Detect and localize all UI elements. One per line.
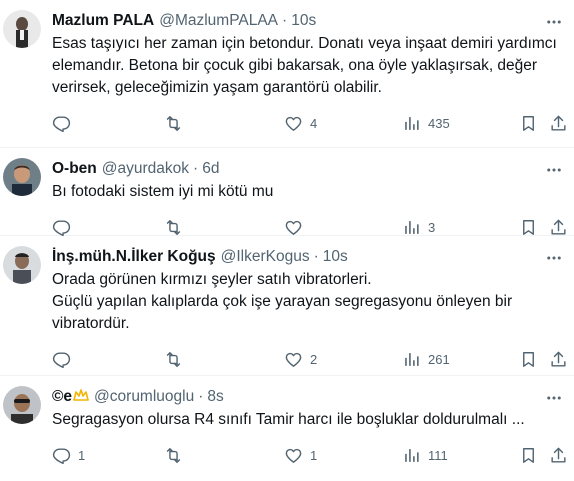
retweet-icon — [166, 219, 181, 235]
bookmark-button[interactable] — [519, 350, 538, 369]
tweet-text: Esas taşıyıcı her zaman için betondur. D… — [52, 35, 557, 96]
tweet[interactable]: İnş.müh.N.İlker Koğuş @IlkerKogus · 10s … — [0, 236, 574, 376]
reply-button[interactable] — [52, 350, 78, 369]
separator-dot: · — [193, 160, 199, 177]
retweet-button[interactable] — [164, 446, 190, 465]
bookmark-button[interactable] — [519, 446, 538, 465]
tweet[interactable]: Mazlum PALA @MazlumPALAA · 10s Esas taşı… — [0, 0, 574, 148]
author-name[interactable]: ©e — [52, 388, 72, 406]
views-count: 261 — [428, 351, 450, 367]
timestamp[interactable]: 10s — [291, 12, 316, 30]
tweet[interactable]: ©e @corumluoglu · 8s Segragasyon olursa … — [0, 376, 574, 481]
avatar[interactable] — [3, 386, 41, 424]
author-handle[interactable]: @corumluoglu — [94, 388, 194, 406]
timestamp[interactable]: 10s — [323, 248, 348, 266]
bookmark-button[interactable] — [519, 114, 538, 133]
retweet-icon — [166, 447, 181, 463]
tweet-header: O-ben @ayurdakok · 6d — [52, 158, 558, 180]
share-button[interactable] — [549, 218, 568, 237]
author-handle[interactable]: @IlkerKogus — [221, 248, 310, 266]
bookmark-icon — [523, 351, 534, 367]
share-upload-icon — [551, 351, 566, 367]
bookmark-button[interactable] — [519, 218, 538, 237]
avatar[interactable] — [3, 10, 41, 48]
avatar[interactable] — [3, 246, 41, 284]
tweet-text: Segragasyon olursa R4 sınıfı Tamir harcı… — [52, 411, 525, 428]
share-upload-icon — [551, 447, 566, 463]
views-bar-chart-icon — [405, 220, 419, 234]
heart-icon — [285, 352, 302, 367]
share-button[interactable] — [549, 446, 568, 465]
reply-bubble-icon — [52, 351, 71, 368]
views-button[interactable]: 111 — [402, 446, 448, 465]
author-handle[interactable]: @ayurdakok — [102, 160, 189, 178]
bookmark-icon — [523, 219, 534, 235]
views-button[interactable]: 435 — [402, 114, 450, 133]
views-count: 435 — [428, 115, 450, 131]
bookmark-icon — [523, 115, 534, 131]
tweet-actions: 1 1 111 — [52, 431, 566, 479]
like-button[interactable]: 2 — [284, 350, 317, 369]
heart-icon — [285, 220, 302, 235]
like-count: 2 — [310, 351, 318, 367]
retweet-button[interactable] — [164, 350, 190, 369]
views-bar-chart-icon — [405, 352, 419, 366]
views-count: 3 — [428, 219, 436, 235]
crown-logo-icon — [73, 388, 89, 406]
avatar[interactable] — [3, 158, 41, 196]
like-button[interactable] — [284, 218, 310, 237]
reply-button[interactable] — [52, 114, 78, 133]
like-button[interactable]: 1 — [284, 446, 317, 465]
views-bar-chart-icon — [405, 448, 419, 462]
like-button[interactable]: 4 — [284, 114, 317, 133]
views-button[interactable]: 261 — [402, 350, 450, 369]
separator-dot: · — [198, 388, 204, 405]
author-name[interactable]: O-ben — [52, 160, 97, 178]
author-name[interactable]: İnş.müh.N.İlker Koğuş — [52, 248, 216, 266]
retweet-button[interactable] — [164, 114, 190, 133]
author-handle[interactable]: @MazlumPALAA — [159, 12, 278, 30]
more-dots-icon[interactable] — [544, 12, 564, 32]
separator-dot: · — [282, 12, 288, 29]
tweet-text: Bı fotodaki sistem iyi mi kötü mu — [52, 183, 274, 200]
retweet-button[interactable] — [164, 218, 190, 237]
reply-bubble-icon — [52, 219, 71, 236]
share-button[interactable] — [549, 114, 568, 133]
tweet-actions: 4 435 — [52, 99, 566, 147]
reply-button[interactable]: 1 — [52, 446, 85, 465]
reply-bubble-icon — [52, 447, 71, 464]
retweet-icon — [166, 115, 181, 131]
heart-icon — [285, 448, 302, 463]
reply-button[interactable] — [52, 218, 78, 237]
timestamp[interactable]: 8s — [207, 388, 223, 406]
reply-bubble-icon — [52, 115, 71, 132]
tweet-header: Mazlum PALA @MazlumPALAA · 10s — [52, 10, 558, 32]
tweet-header: ©e @corumluoglu · 8s — [52, 386, 558, 408]
author-name[interactable]: Mazlum PALA — [52, 12, 154, 30]
like-count: 1 — [310, 447, 318, 463]
share-button[interactable] — [549, 350, 568, 369]
tweet-feed: Mazlum PALA @MazlumPALAA · 10s Esas taşı… — [0, 0, 574, 481]
views-bar-chart-icon — [405, 116, 419, 130]
more-dots-icon[interactable] — [544, 388, 564, 408]
tweet-header: İnş.müh.N.İlker Koğuş @IlkerKogus · 10s — [52, 246, 558, 268]
views-count: 111 — [428, 447, 448, 463]
views-button[interactable]: 3 — [402, 218, 435, 237]
timestamp[interactable]: 6d — [202, 160, 219, 178]
reply-count: 1 — [78, 447, 86, 463]
like-count: 4 — [310, 115, 318, 131]
share-upload-icon — [551, 115, 566, 131]
tweet-text: Orada görünen kırmızı şeyler satıh vibra… — [52, 271, 513, 332]
share-upload-icon — [551, 219, 566, 235]
tweet[interactable]: O-ben @ayurdakok · 6d Bı fotodaki sistem… — [0, 148, 574, 236]
retweet-icon — [166, 351, 181, 367]
more-dots-icon[interactable] — [544, 160, 564, 180]
bookmark-icon — [523, 447, 534, 463]
more-dots-icon[interactable] — [544, 248, 564, 268]
heart-icon — [285, 116, 302, 131]
separator-dot: · — [313, 248, 319, 265]
